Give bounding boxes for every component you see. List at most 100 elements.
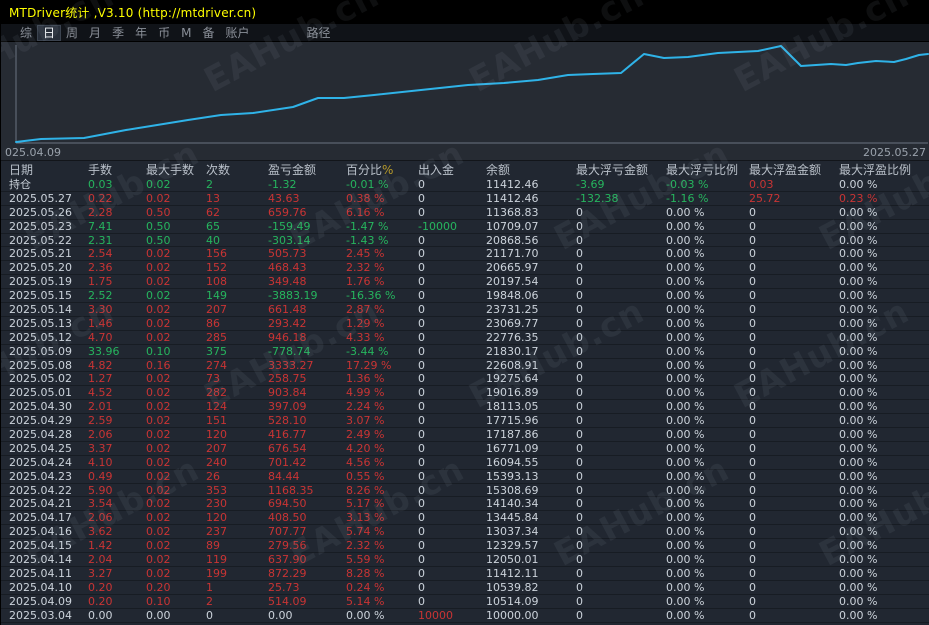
value-cell: 1.36 % bbox=[346, 372, 385, 386]
value-cell: 16094.55 bbox=[486, 455, 539, 469]
menu-item-年[interactable]: 年 bbox=[130, 26, 152, 40]
date-cell: 2025.05.20 bbox=[9, 261, 72, 275]
value-cell: 0.00 % bbox=[666, 511, 705, 525]
table-row[interactable]: 2025.04.29 2.59 0.02 151 528.10 3.07 % 0 17715.… bbox=[1, 414, 929, 429]
value-cell: 124 bbox=[206, 400, 227, 414]
value-cell: -16.36 % bbox=[346, 289, 396, 303]
table-row[interactable]: 2025.03.04 0.00 0.00 0 0.00 0.00 % 10000 10000.… bbox=[1, 609, 929, 623]
table-row[interactable]: 2025.05.21 2.54 0.02 156 505.73 2.45 % 0 21171.… bbox=[1, 247, 929, 262]
value-cell: 0 bbox=[418, 469, 425, 483]
menu-item-M[interactable]: M bbox=[176, 26, 196, 40]
mtdriver-stats-window: MTDriver统计 ,V3.10 (http://mtdriver.cn) 综… bbox=[0, 0, 929, 625]
menu-item-备[interactable]: 备 bbox=[197, 26, 219, 40]
value-cell: 0.02 bbox=[146, 247, 171, 261]
value-cell: 0 bbox=[418, 233, 425, 247]
value-cell: -303.14 bbox=[268, 233, 311, 247]
table-row[interactable]: 2025.04.14 2.04 0.02 119 637.90 5.59 % 0 12050.… bbox=[1, 553, 929, 567]
value-cell: 0.00 % bbox=[839, 316, 878, 330]
table-row[interactable]: 2025.05.12 4.70 0.02 285 946.18 4.33 % 0 22776.… bbox=[1, 331, 929, 345]
value-cell: 0 bbox=[576, 386, 583, 400]
table-row[interactable]: 2025.04.09 0.20 0.10 2 514.09 5.14 % 0 10514.09… bbox=[1, 595, 929, 609]
column-header[interactable]: 最大浮盈比例 bbox=[839, 161, 922, 178]
table-row[interactable]: 2025.05.02 1.27 0.02 73 258.75 1.36 % 0 19275.6… bbox=[1, 372, 929, 387]
date-cell: 2025.04.29 bbox=[9, 414, 72, 428]
table-row[interactable]: 2025.05.22 2.31 0.50 40 -303.14 -1.43 % 0 20868… bbox=[1, 234, 929, 248]
table-row[interactable]: 2025.04.16 3.62 0.02 237 707.77 5.74 % 0 13037.… bbox=[1, 525, 929, 540]
value-cell: 0 bbox=[749, 261, 756, 275]
column-header[interactable]: 盈亏金额 bbox=[268, 161, 346, 178]
column-header[interactable]: 最大手数 bbox=[146, 161, 206, 178]
value-cell: 416.77 bbox=[268, 427, 307, 441]
value-cell: 11412.46 bbox=[486, 191, 539, 205]
value-cell: 0.02 bbox=[146, 372, 171, 386]
value-cell: 2.06 bbox=[88, 511, 113, 525]
value-cell: 3.62 bbox=[88, 525, 113, 539]
value-cell: 0.02 bbox=[146, 441, 171, 455]
column-header[interactable]: 百分比% bbox=[346, 161, 418, 178]
table-row[interactable]: 2025.05.15 2.52 0.02 149 -3883.19 -16.36 % 0 19… bbox=[1, 289, 929, 304]
table-row[interactable]: 2025.05.19 1.75 0.02 108 349.48 1.76 % 0 20197.… bbox=[1, 275, 929, 290]
table-row[interactable]: 2025.05.26 2.28 0.50 62 659.76 6.16 % 0 11368.8… bbox=[1, 206, 929, 220]
table-row[interactable]: 2025.04.17 2.06 0.02 120 408.50 3.13 % 0 13445.… bbox=[1, 511, 929, 526]
menu-item-路径[interactable]: 路径 bbox=[302, 26, 336, 40]
value-cell: 0 bbox=[418, 594, 425, 608]
table-row[interactable]: 2025.04.11 3.27 0.02 199 872.29 8.28 % 0 11412.… bbox=[1, 567, 929, 581]
value-cell: 0.02 bbox=[146, 261, 171, 275]
value-cell: 0 bbox=[749, 344, 756, 358]
table-row[interactable]: 2025.04.25 3.37 0.02 207 676.54 4.20 % 0 16771.… bbox=[1, 442, 929, 456]
table-row[interactable]: 2025.05.08 4.82 0.16 274 3333.27 17.29 % 0 2260… bbox=[1, 359, 929, 373]
table-row[interactable]: 2025.04.22 5.90 0.02 353 1168.35 8.26 % 0 15308… bbox=[1, 484, 929, 498]
value-cell: 0.00 % bbox=[666, 525, 705, 539]
menu-item-周[interactable]: 周 bbox=[61, 26, 83, 40]
value-cell: 13445.84 bbox=[486, 511, 539, 525]
value-cell: 0 bbox=[576, 580, 583, 594]
menu-item-综[interactable]: 综 bbox=[15, 26, 37, 40]
column-header[interactable]: 次数 bbox=[206, 161, 268, 178]
column-header[interactable]: 出入金 bbox=[418, 161, 486, 178]
value-cell: 11412.11 bbox=[486, 566, 539, 580]
table-row[interactable]: 2025.04.21 3.54 0.02 230 694.50 5.17 % 0 14140.… bbox=[1, 497, 929, 512]
value-cell: 0.00 % bbox=[839, 233, 878, 247]
value-cell: 0 bbox=[749, 233, 756, 247]
column-header[interactable]: 最大浮盈金额 bbox=[749, 161, 839, 178]
table-row[interactable]: 2025.04.15 1.42 0.02 89 279.56 2.32 % 0 12329.5… bbox=[1, 539, 929, 554]
column-header[interactable]: 最大浮亏比例 bbox=[666, 161, 749, 178]
column-header[interactable]: 日期 bbox=[9, 161, 88, 178]
table-row[interactable]: 2025.04.28 2.06 0.02 120 416.77 2.49 % 0 17187.… bbox=[1, 428, 929, 442]
value-cell: 65 bbox=[206, 219, 220, 233]
menu-item-币[interactable]: 币 bbox=[153, 26, 175, 40]
value-cell: 15308.69 bbox=[486, 483, 539, 497]
value-cell: 0 bbox=[576, 539, 583, 553]
table-row[interactable]: 2025.04.10 0.20 0.20 1 25.73 0.24 % 0 10539.82 0… bbox=[1, 581, 929, 595]
value-cell: 156 bbox=[206, 247, 227, 261]
value-cell: 149 bbox=[206, 289, 227, 303]
table-row[interactable]: 2025.05.01 4.52 0.02 282 903.84 4.99 % 0 19016.… bbox=[1, 386, 929, 401]
table-row[interactable]: 2025.05.27 0.22 0.02 13 43.63 0.38 % 0 11412.46… bbox=[1, 192, 929, 206]
value-cell: 0 bbox=[749, 497, 756, 511]
date-cell: 2025.04.21 bbox=[9, 497, 72, 511]
value-cell: 0.00 % bbox=[666, 400, 705, 414]
table-row[interactable]: 2025.05.14 3.30 0.02 207 661.48 2.87 % 0 23731.… bbox=[1, 303, 929, 317]
value-cell: 0 bbox=[576, 553, 583, 566]
table-row[interactable]: 2025.04.24 4.10 0.02 240 701.42 4.56 % 0 16094.… bbox=[1, 456, 929, 470]
table-row[interactable]: 2025.04.30 2.01 0.02 124 397.09 2.24 % 0 18113.… bbox=[1, 400, 929, 415]
column-header[interactable]: 余额 bbox=[486, 161, 576, 178]
value-cell: 0 bbox=[749, 483, 756, 497]
table-row[interactable]: 2025.05.20 2.36 0.02 152 468.43 2.32 % 0 20665.… bbox=[1, 261, 929, 276]
value-cell: 0 bbox=[749, 441, 756, 455]
menu-item-账户[interactable]: 账户 bbox=[220, 26, 254, 40]
menu-item-日[interactable]: 日 bbox=[37, 24, 62, 41]
column-header[interactable]: 最大浮亏金额 bbox=[576, 161, 666, 178]
table-row[interactable]: 2025.05.23 7.41 0.50 65 -159.49 -1.47 % -10000… bbox=[1, 220, 929, 234]
table-row[interactable]: 2025.05.09 33.96 0.10 375 -778.74 -3.44 % 0 218… bbox=[1, 345, 929, 359]
value-cell: 0 bbox=[418, 414, 425, 428]
menu-item-月[interactable]: 月 bbox=[84, 26, 106, 40]
column-header[interactable]: 手数 bbox=[88, 161, 146, 178]
chart-end-date-label: 2025.05.27 bbox=[863, 146, 926, 159]
table-row[interactable]: 2025.05.13 1.46 0.02 86 293.42 1.29 % 0 23069.7… bbox=[1, 317, 929, 331]
table-row[interactable]: 2025.04.23 0.49 0.02 26 84.44 0.55 % 0 15393.13… bbox=[1, 470, 929, 484]
value-cell: 0.02 bbox=[146, 275, 171, 289]
table-row[interactable]: 持仓 0.03 0.02 2 -1.32 -0.01 % 0 11412.46 -3.69 -0.… bbox=[1, 178, 929, 192]
menu-item-季[interactable]: 季 bbox=[107, 26, 129, 40]
value-cell: 0 bbox=[749, 289, 756, 303]
